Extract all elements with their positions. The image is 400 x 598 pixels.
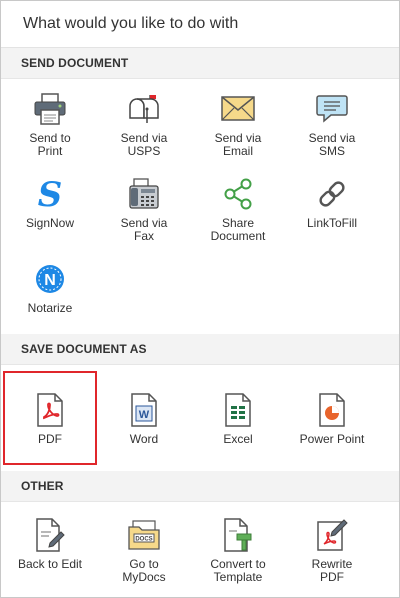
save-as-excel-button[interactable]: Excel: [191, 371, 285, 465]
tile-label: Send to Print: [29, 131, 71, 158]
save-as-powerpoint-button[interactable]: Power Point: [285, 371, 379, 465]
tile-label: Power Point: [299, 432, 365, 446]
dialog-header: What would you like to do with: [1, 1, 399, 48]
tile-label: LinkToFill: [306, 216, 357, 230]
tile-label: Notarize: [27, 301, 73, 315]
tile-label: Word: [129, 432, 159, 446]
share-icon: [220, 176, 256, 212]
svg-text:S: S: [38, 177, 63, 211]
send-via-usps-button[interactable]: Send via USPS: [97, 79, 191, 164]
chat-bubble-icon: [314, 91, 350, 127]
send-to-print-button[interactable]: Send to Print: [3, 79, 97, 164]
go-to-mydocs-button[interactable]: DOCS Go to MyDocs: [97, 502, 191, 592]
excel-file-icon: [220, 392, 256, 428]
link-icon: [314, 176, 350, 212]
send-via-fax-button[interactable]: Send via Fax: [97, 164, 191, 249]
back-to-edit-button[interactable]: Back to Edit: [3, 502, 97, 592]
docs-folder-icon: DOCS: [126, 517, 162, 553]
send-via-sms-button[interactable]: Send via SMS: [285, 79, 379, 164]
pdf-file-icon: [32, 392, 68, 428]
share-document-button[interactable]: Share Document: [191, 164, 285, 249]
notarize-button[interactable]: N Notarize: [3, 249, 97, 334]
send-via-email-button[interactable]: Send via Email: [191, 79, 285, 164]
save-as-pdf-button[interactable]: PDF: [3, 371, 97, 465]
powerpoint-file-icon: [314, 392, 350, 428]
save-as-word-button[interactable]: W Word: [97, 371, 191, 465]
mailbox-icon: [126, 91, 162, 127]
dialog-title: What would you like to do with: [23, 15, 239, 32]
edit-document-icon: [32, 517, 68, 553]
envelope-icon: [220, 91, 256, 127]
tile-label: Excel: [223, 432, 253, 446]
convert-to-template-button[interactable]: Convert to Template: [191, 502, 285, 592]
svg-text:W: W: [139, 409, 150, 421]
tile-label: Share Document: [210, 216, 266, 243]
tile-label: Send via Email: [214, 131, 262, 158]
section-title-other: OTHER: [1, 471, 399, 502]
template-icon: [220, 517, 256, 553]
tile-label: PDF: [38, 432, 62, 446]
section-title-send: SEND DOCUMENT: [1, 48, 399, 79]
rewrite-pdf-icon: [314, 517, 350, 553]
svg-text:N: N: [44, 272, 56, 289]
signnow-button[interactable]: S SignNow: [3, 164, 97, 249]
tile-label: Go to MyDocs: [122, 557, 166, 584]
notarize-icon: N: [32, 261, 68, 297]
fax-icon: [126, 176, 162, 212]
signnow-icon: S: [32, 176, 68, 212]
word-file-icon: W: [126, 392, 162, 428]
tile-label: Send via SMS: [308, 131, 356, 158]
tile-label: Convert to Template: [210, 557, 266, 584]
tile-label: Back to Edit: [17, 557, 83, 571]
other-options: Back to Edit DOCS Go to MyDocs Convert t…: [1, 502, 399, 592]
tile-label: SignNow: [25, 216, 75, 230]
section-title-save: SAVE DOCUMENT AS: [1, 334, 399, 365]
tile-label: Send via Fax: [120, 216, 168, 243]
rewrite-pdf-button[interactable]: Rewrite PDF: [285, 502, 379, 592]
link-to-fill-button[interactable]: LinkToFill: [285, 164, 379, 249]
action-dialog: What would you like to do with SEND DOCU…: [0, 0, 400, 598]
tile-label: Send via USPS: [120, 131, 168, 158]
send-options: Send to Print Send via USPS Send via Ema…: [1, 79, 399, 334]
save-options: PDF W Word Excel Power Point: [1, 365, 399, 471]
tile-label: Rewrite PDF: [311, 557, 353, 584]
printer-icon: [32, 91, 68, 127]
svg-text:DOCS: DOCS: [135, 537, 152, 543]
